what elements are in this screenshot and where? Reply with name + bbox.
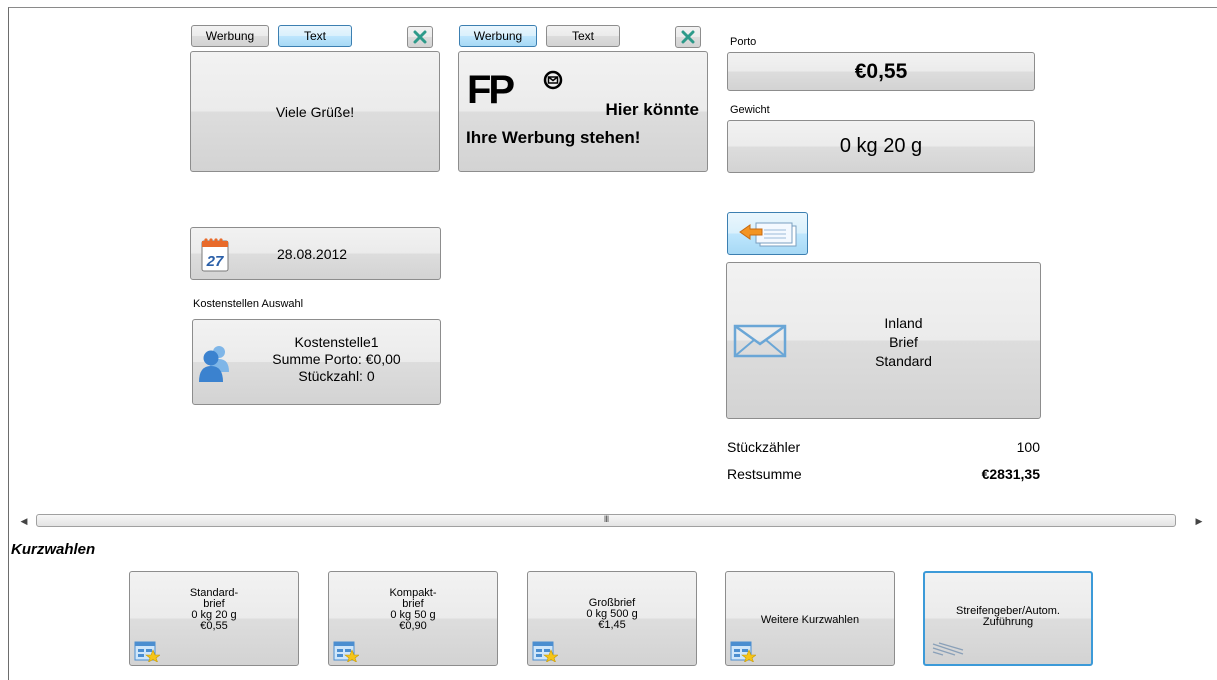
product-line-2: Brief [889, 334, 918, 350]
restsumme-value: €2831,35 [981, 466, 1040, 482]
quick-line: €1,45 [598, 619, 626, 631]
letter-stack-arrow-icon [738, 222, 796, 246]
quick-line: Zuführung [982, 616, 1034, 628]
gewicht-display[interactable]: 0 kg 20 g [727, 120, 1035, 173]
stueckzaehler-label: Stückzähler [727, 439, 801, 455]
date-value: 28.08.2012 [277, 246, 348, 262]
calendar-icon: 27 [201, 238, 229, 272]
ad-line-1: Hier könnte [605, 100, 699, 119]
cost-center-label: Kostenstellen Auswahl [193, 298, 304, 310]
quick-select-title: Kurzwahlen [11, 541, 96, 558]
favorite-card-icon [333, 641, 359, 662]
date-button[interactable]: 27 28.08.2012 [190, 227, 441, 280]
quick-select-standardbrief[interactable]: Standard- brief 0 kg 20 g €0,55 [129, 571, 299, 666]
cost-center-button[interactable]: Kostenstelle1 Summe Porto: €0,00 Stückza… [192, 319, 441, 405]
favorite-card-icon [134, 641, 160, 662]
clear-right-button[interactable] [675, 26, 701, 48]
return-mail-button[interactable] [727, 212, 808, 255]
quick-select-kompaktbrief[interactable]: Kompakt- brief 0 kg 50 g €0,90 [328, 571, 498, 666]
fp-logo: FP [467, 68, 515, 112]
horizontal-scrollbar[interactable]: III [36, 514, 1176, 527]
scroll-thumb-grip: III [603, 514, 610, 524]
product-line-3: Standard [875, 353, 932, 369]
quick-select-weitere[interactable]: Weitere Kurzwahlen [725, 571, 895, 666]
cost-center-sum: Summe Porto: €0,00 [272, 351, 401, 367]
envelope-circle-icon [543, 70, 563, 90]
scroll-left-arrow-icon[interactable]: ◀ [17, 514, 31, 528]
cost-center-name: Kostenstelle1 [294, 334, 379, 350]
text-panel-left[interactable]: Viele Grüße! [190, 51, 440, 172]
quick-line: Weitere Kurzwahlen [760, 614, 860, 626]
cost-center-count: Stückzahl: 0 [298, 368, 375, 384]
clear-left-button[interactable] [407, 26, 433, 48]
scroll-right-arrow-icon[interactable]: ▶ [1192, 514, 1206, 528]
porto-label: Porto [730, 36, 757, 48]
tab-werbung-right[interactable]: Werbung [459, 25, 537, 47]
quick-select-grossbrief[interactable]: Großbrief 0 kg 500 g €1,45 [527, 571, 697, 666]
clear-icon [413, 30, 427, 44]
favorite-card-icon [730, 641, 756, 662]
tape-strip-icon [932, 642, 964, 656]
quick-line: €0,90 [399, 620, 427, 632]
stueckzaehler-value: 100 [1016, 439, 1040, 455]
ad-panel-right[interactable]: FP Hier könnte Ihre Werbung stehen! [458, 51, 708, 172]
quick-select-streifengeber[interactable]: Streifengeber/Autom. Zuführung [923, 571, 1093, 666]
restsumme-label: Restsumme [727, 466, 802, 482]
tab-werbung-left[interactable]: Werbung [191, 25, 269, 47]
greeting-text: Viele Grüße! [275, 103, 355, 120]
ad-line-2: Ihre Werbung stehen! [466, 128, 641, 147]
calendar-day: 27 [206, 253, 224, 270]
product-line-1: Inland [884, 315, 923, 331]
porto-display: €0,55 [727, 52, 1035, 91]
user-group-icon [199, 346, 229, 382]
product-selector-button[interactable]: Inland Brief Standard [726, 262, 1041, 419]
tab-text-right[interactable]: Text [546, 25, 620, 47]
gewicht-label: Gewicht [730, 104, 770, 116]
quick-line: €0,55 [200, 620, 228, 632]
tab-text-left[interactable]: Text [278, 25, 352, 47]
clear-icon [681, 30, 695, 44]
favorite-card-icon [532, 641, 558, 662]
